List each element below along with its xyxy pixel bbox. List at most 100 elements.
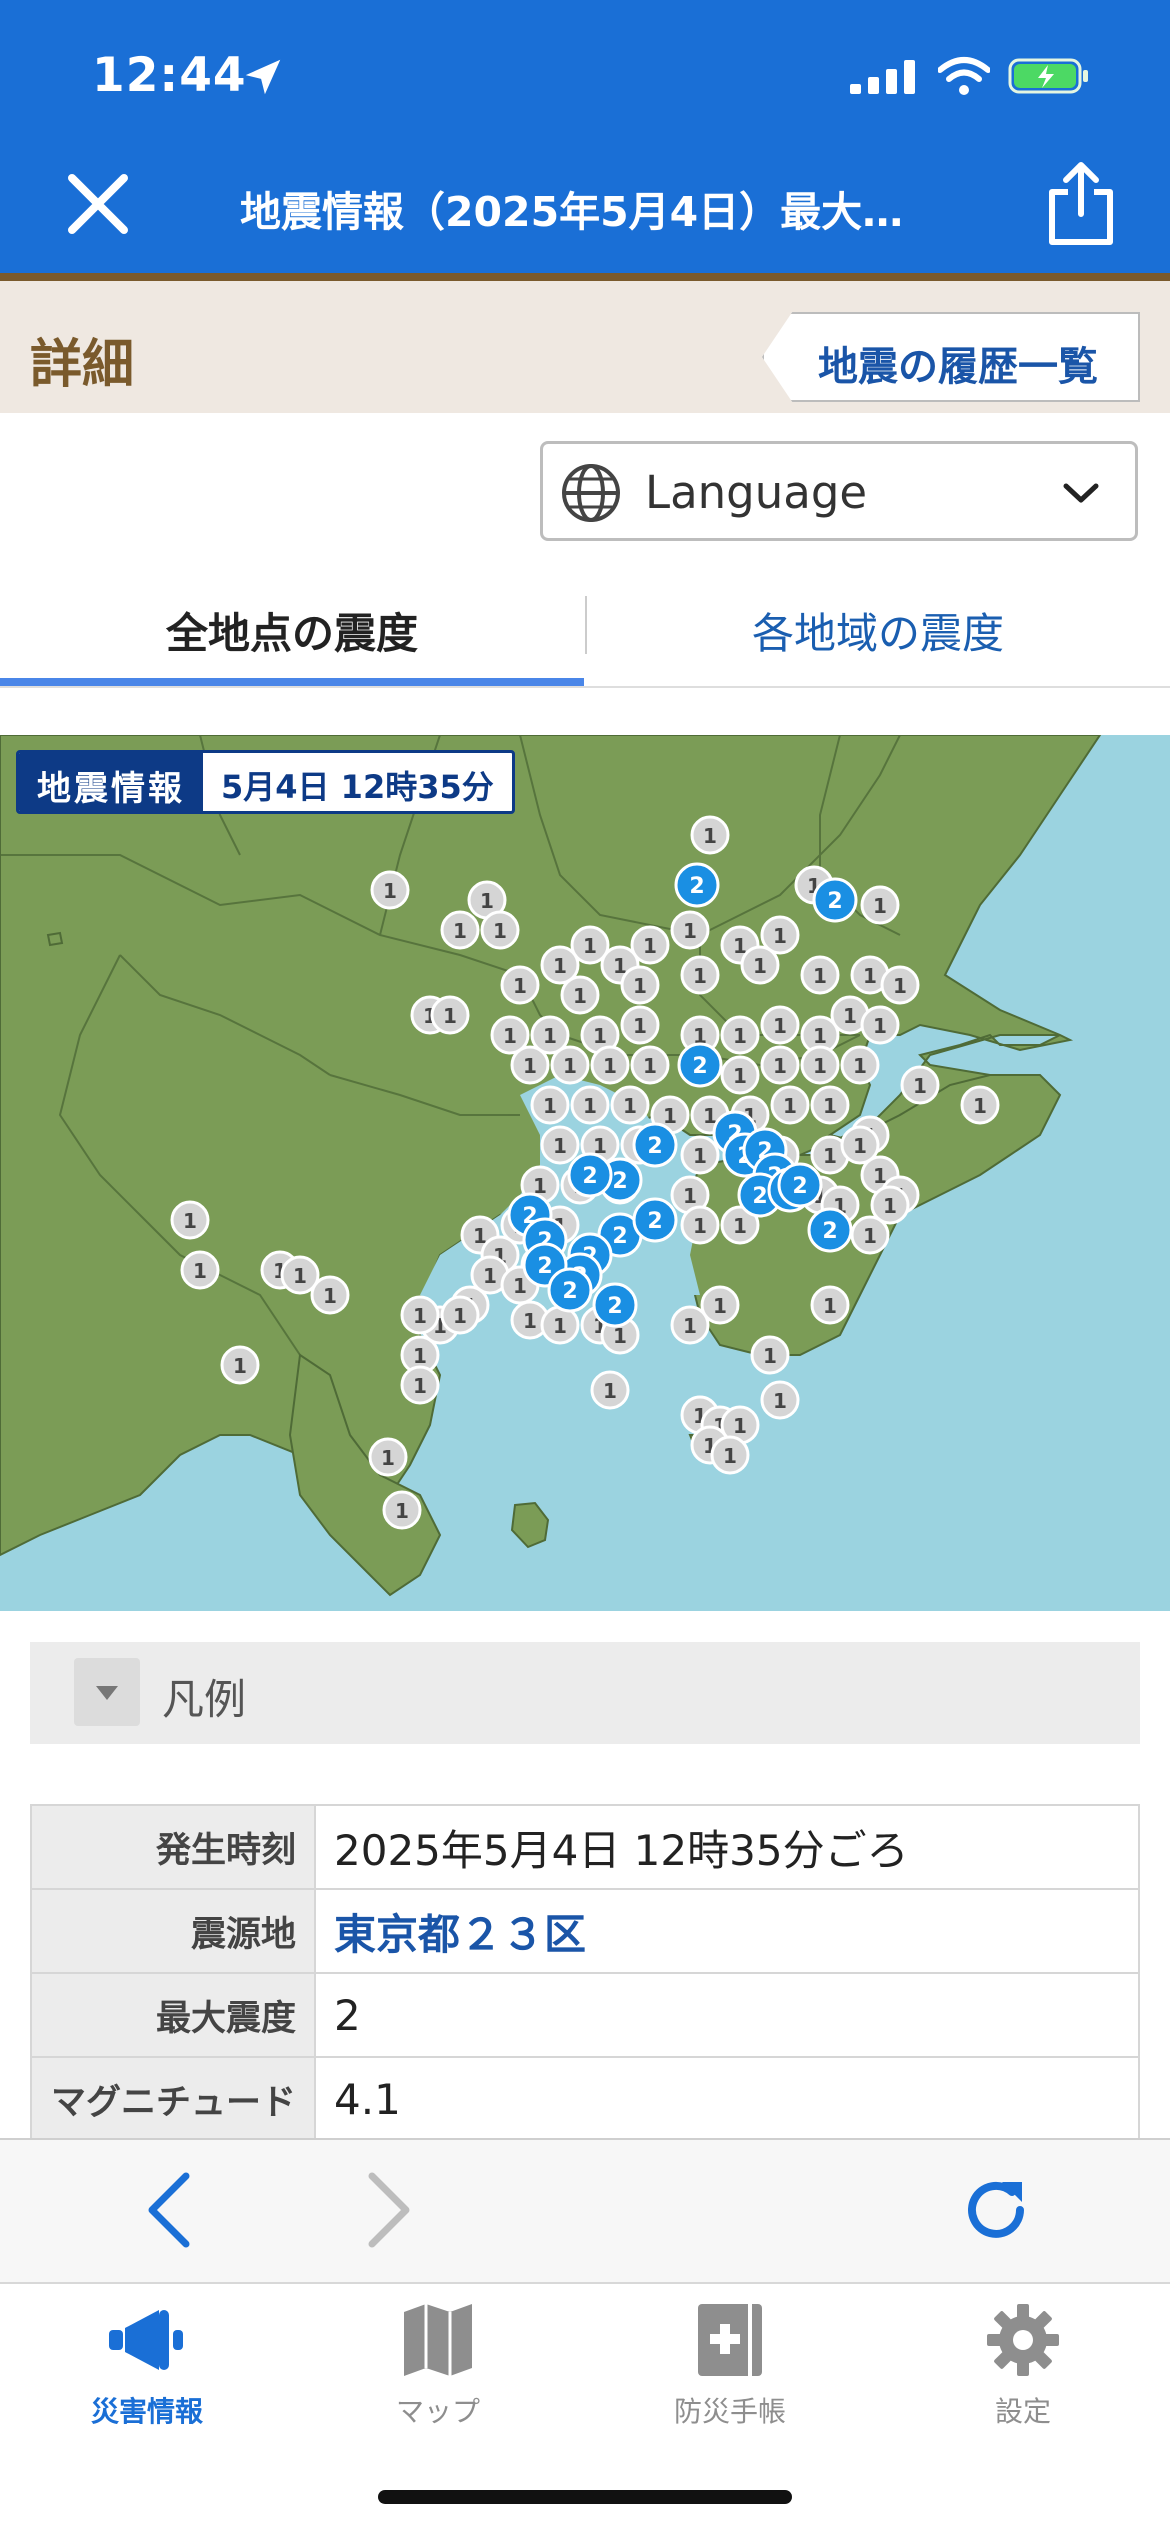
svg-text:1: 1 xyxy=(773,1389,787,1413)
svg-text:1: 1 xyxy=(733,1414,747,1438)
svg-text:1: 1 xyxy=(773,924,787,948)
map-canvas: 11 11 1111 111 1111 1 1 1 1 1 1 11 11 1 1 1 1 1 1 11 11 1 1 1 1 1… xyxy=(0,735,1102,1597)
intensity-1-marker: 1 xyxy=(810,1285,850,1325)
megaphone-icon xyxy=(109,2310,183,2370)
map-badge-time: 5月4日 12時35分 xyxy=(221,768,494,806)
intensity-map[interactable]: 1111111111111111111111111111111111111111… xyxy=(0,735,1170,1611)
svg-text:1: 1 xyxy=(183,1209,197,1233)
intensity-1-marker: 1 xyxy=(180,1250,220,1290)
svg-text:1: 1 xyxy=(773,1014,787,1038)
svg-text:1: 1 xyxy=(863,1224,877,1248)
intensity-1-marker: 1 xyxy=(500,965,540,1005)
share-button[interactable] xyxy=(1046,160,1116,246)
intensity-2-marker: 2 xyxy=(632,1122,678,1168)
location-arrow-icon xyxy=(245,59,281,95)
svg-text:1: 1 xyxy=(893,974,907,998)
intensity-1-marker: 1 xyxy=(810,1085,850,1125)
intensity-1-marker: 1 xyxy=(900,1065,940,1105)
intensity-1-marker: 1 xyxy=(430,995,470,1035)
svg-text:1: 1 xyxy=(553,1134,567,1158)
intensity-1-marker: 1 xyxy=(510,1045,550,1085)
tab-handbook[interactable]: 防災手帳 xyxy=(630,2298,830,2448)
svg-text:1: 1 xyxy=(623,1094,637,1118)
svg-text:1: 1 xyxy=(813,1054,827,1078)
legend-toggle-button[interactable] xyxy=(74,1658,140,1726)
cellular-signal-icon xyxy=(850,60,915,94)
svg-text:1: 1 xyxy=(813,964,827,988)
svg-text:1: 1 xyxy=(293,1264,307,1288)
reload-button[interactable] xyxy=(958,2172,1034,2248)
intensity-1-marker: 1 xyxy=(800,955,840,995)
svg-text:1: 1 xyxy=(753,954,767,978)
svg-text:2: 2 xyxy=(692,1054,707,1079)
svg-text:1: 1 xyxy=(873,894,887,918)
svg-text:1: 1 xyxy=(543,1094,557,1118)
tab-settings[interactable]: 設定 xyxy=(923,2298,1123,2448)
epicenter-link[interactable]: 東京都２３区 xyxy=(314,1888,1140,1974)
svg-text:1: 1 xyxy=(703,824,717,848)
gear-icon xyxy=(987,2304,1059,2376)
intensity-1-marker: 1 xyxy=(368,1437,408,1477)
svg-text:1: 1 xyxy=(693,1144,707,1168)
svg-text:1: 1 xyxy=(823,1094,837,1118)
back-button[interactable] xyxy=(140,2170,200,2250)
svg-text:1: 1 xyxy=(413,1344,427,1368)
intensity-1-marker: 1 xyxy=(220,1345,260,1385)
svg-text:1: 1 xyxy=(523,1309,537,1333)
intensity-1-marker: 1 xyxy=(382,1490,422,1530)
svg-text:1: 1 xyxy=(523,1054,537,1078)
tab-disaster-info[interactable]: 災害情報 xyxy=(47,2298,247,2448)
tab-baseline xyxy=(0,686,1170,688)
info-key: 最大震度 xyxy=(30,1972,316,2058)
intensity-1-marker: 1 xyxy=(710,1435,750,1475)
svg-text:1: 1 xyxy=(763,1344,777,1368)
intensity-1-marker: 1 xyxy=(630,1045,670,1085)
detail-title: 詳細 xyxy=(30,335,135,395)
info-value: 2025年5月4日 12時35分ごろ xyxy=(314,1804,1140,1890)
intensity-2-marker: 2 xyxy=(592,1282,638,1328)
intensity-2-marker: 2 xyxy=(807,1207,853,1253)
svg-text:1: 1 xyxy=(683,1314,697,1338)
intensity-1-marker: 1 xyxy=(680,1135,720,1175)
intensity-1-marker: 1 xyxy=(720,1055,760,1095)
svg-text:2: 2 xyxy=(562,1279,577,1304)
intensity-1-marker: 1 xyxy=(680,1205,720,1245)
svg-text:1: 1 xyxy=(583,1094,597,1118)
forward-button[interactable] xyxy=(358,2170,418,2250)
intensity-1-marker: 1 xyxy=(670,910,710,950)
close-button[interactable] xyxy=(66,172,130,236)
language-label: Language xyxy=(645,466,868,519)
table-row: マグニチュード 4.1 xyxy=(30,2056,1140,2142)
svg-text:1: 1 xyxy=(483,1264,497,1288)
svg-text:1: 1 xyxy=(193,1259,207,1283)
svg-text:1: 1 xyxy=(783,1094,797,1118)
svg-text:1: 1 xyxy=(873,1014,887,1038)
intensity-1-marker: 1 xyxy=(680,955,720,995)
triangle-down-icon xyxy=(96,1686,118,1700)
intensity-1-marker: 1 xyxy=(440,910,480,950)
intensity-1-marker: 1 xyxy=(310,1275,350,1315)
svg-text:1: 1 xyxy=(453,919,467,943)
svg-text:1: 1 xyxy=(733,1214,747,1238)
intensity-1-marker: 1 xyxy=(370,870,410,910)
page-title: 地震情報（2025年5月4日）最大… xyxy=(240,188,904,236)
intensity-1-marker: 1 xyxy=(170,1200,210,1240)
chevron-down-icon xyxy=(1063,483,1099,503)
svg-text:1: 1 xyxy=(633,1014,647,1038)
intensity-2-marker: 2 xyxy=(777,1162,823,1208)
tab-regions[interactable]: 各地域の震度 xyxy=(586,600,1170,661)
svg-text:1: 1 xyxy=(863,964,877,988)
svg-text:1: 1 xyxy=(443,1004,457,1028)
tab-map[interactable]: マップ xyxy=(338,2298,538,2448)
intensity-1-marker: 1 xyxy=(690,815,730,855)
svg-text:1: 1 xyxy=(480,889,494,913)
home-indicator xyxy=(378,2490,792,2504)
tab-all-points-label[interactable]: 全地点の震度 xyxy=(0,600,584,661)
history-list-label[interactable]: 地震の履歴一覧 xyxy=(818,334,1098,392)
intensity-2-marker: 2 xyxy=(812,877,858,923)
svg-text:1: 1 xyxy=(513,974,527,998)
intensity-1-marker: 1 xyxy=(590,1370,630,1410)
map-icon xyxy=(404,2304,472,2376)
intensity-1-marker: 1 xyxy=(760,1045,800,1085)
svg-text:1: 1 xyxy=(883,1194,897,1218)
